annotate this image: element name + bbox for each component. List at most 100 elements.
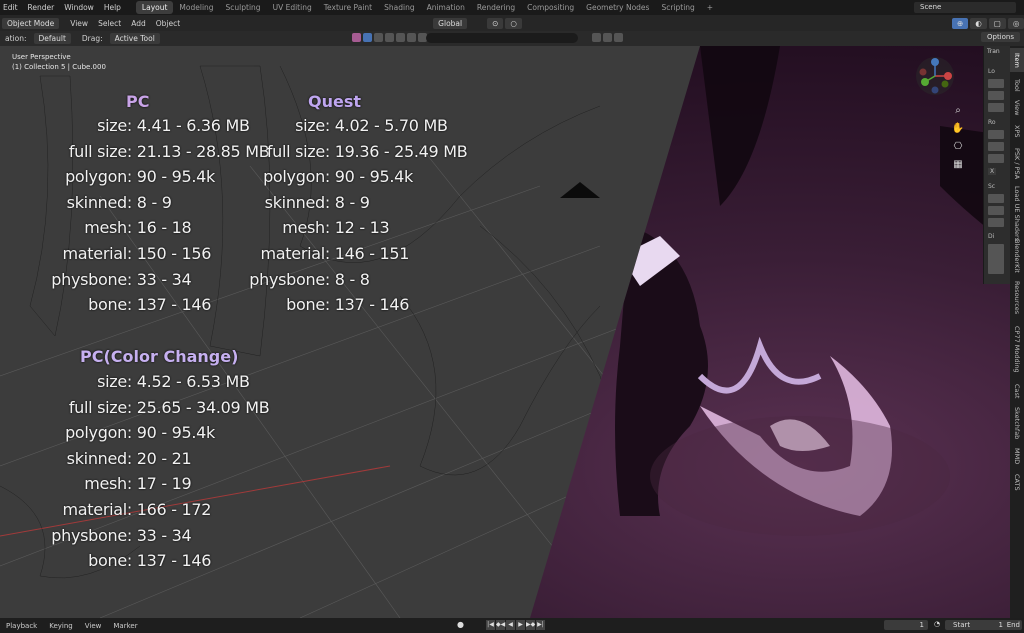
grid-ortho-icon[interactable]: ▦ [951, 158, 965, 172]
zoom-icon[interactable]: ⌕ [951, 104, 965, 118]
play-icon[interactable]: ▶ [516, 620, 525, 630]
collection-label: (1) Collection 5 | Cube.000 [12, 63, 106, 71]
light-filter-icon[interactable] [396, 33, 405, 42]
add-workspace-icon[interactable]: + [701, 1, 719, 14]
rotation-mode-dropdown[interactable]: X [988, 168, 997, 175]
tab-shading[interactable]: Shading [378, 1, 420, 14]
tab-geometry-nodes[interactable]: Geometry Nodes [580, 1, 655, 14]
sidebar-tab-cast[interactable]: Cast [1010, 380, 1024, 402]
tab-layout[interactable]: Layout [135, 1, 174, 14]
camera-filter-icon[interactable] [385, 33, 394, 42]
hand-pan-icon[interactable]: ✋ [951, 122, 965, 136]
sidebar-tab-view[interactable]: View [1010, 98, 1024, 118]
object-filter-icon[interactable] [363, 33, 372, 42]
camera-icon[interactable]: ◔ [934, 620, 940, 628]
3d-viewport[interactable]: User Perspective (1) Collection 5 | Cube… [0, 46, 1010, 618]
start-label: Start [953, 621, 971, 629]
sidebar-tab-resources[interactable]: Resources [1010, 278, 1024, 318]
tab-sculpting[interactable]: Sculpting [220, 1, 267, 14]
camera-view-icon[interactable]: ⎔ [951, 140, 965, 154]
stat-key: polygon: [263, 167, 330, 187]
sidebar-tab-mmd[interactable]: MMD [1010, 444, 1024, 468]
object-mode-dropdown[interactable]: Object Mode [2, 17, 60, 29]
start-value: 1 [998, 621, 1003, 629]
tab-scripting[interactable]: Scripting [655, 1, 700, 14]
filter-icon[interactable] [614, 33, 623, 42]
drag-dropdown[interactable]: Active Tool [109, 33, 160, 44]
scale-z-field[interactable] [988, 218, 1004, 227]
empty-filter-icon[interactable] [407, 33, 416, 42]
sidebar-tab-blenderkit[interactable]: BlenderKit [1010, 236, 1024, 276]
dimensions-fields[interactable] [988, 244, 1004, 274]
end-frame-field[interactable]: End [1004, 620, 1022, 630]
playback-controls: |◀ ◆◀ ◀ ▶ ▶◆ ▶| [486, 620, 545, 630]
pin-icon[interactable] [603, 33, 612, 42]
scale-y-field[interactable] [988, 206, 1004, 215]
stat-row: physbone: 33 - 34 [0, 526, 191, 545]
sidebar-tab-cp77-modding[interactable]: CP77 Modding [1010, 320, 1024, 378]
sidebar-tab-cats[interactable]: CATS [1010, 470, 1024, 494]
tab-modeling[interactable]: Modeling [173, 1, 219, 14]
scene-selector[interactable]: Scene [914, 2, 1016, 13]
options-dropdown[interactable]: Options [980, 32, 1020, 42]
rotation-z-field[interactable] [988, 154, 1004, 163]
prev-key-icon[interactable]: ◆◀ [496, 620, 505, 630]
stat-value: 19.36 - 25.49 MB [330, 141, 468, 161]
menu-help[interactable]: Help [99, 3, 126, 12]
scale-x-field[interactable] [988, 194, 1004, 203]
xray-icon[interactable]: ▢ [988, 17, 1006, 29]
menu-timeline-view[interactable]: View [79, 622, 108, 630]
rotation-x-field[interactable] [988, 130, 1004, 139]
sidebar-tab-item[interactable]: Item [1010, 48, 1024, 72]
sidebar-tab-load-ue-shaders[interactable]: Load UE Shaders [1010, 186, 1024, 241]
menu-playback[interactable]: Playback [0, 622, 43, 630]
location-z-field[interactable] [988, 103, 1004, 112]
sidebar-tab-tool[interactable]: Tool [1010, 74, 1024, 96]
next-key-icon[interactable]: ▶◆ [526, 620, 535, 630]
mesh-filter-icon[interactable] [374, 33, 383, 42]
transform-orientation-dropdown[interactable]: Global [433, 17, 468, 29]
menu-add[interactable]: Add [126, 19, 151, 28]
proportional-edit-icon[interactable]: ○ [505, 17, 522, 29]
tab-uv-editing[interactable]: UV Editing [267, 1, 318, 14]
rotation-y-field[interactable] [988, 142, 1004, 151]
stat-row: skinned: 20 - 21 [0, 449, 192, 468]
menu-marker[interactable]: Marker [107, 622, 143, 630]
sidebar-tab-xps[interactable]: XPS [1010, 120, 1024, 142]
search-input[interactable] [426, 33, 578, 43]
menu-render[interactable]: Render [23, 3, 60, 12]
render-filter-icon[interactable] [352, 33, 361, 42]
menu-select[interactable]: Select [93, 19, 126, 28]
location-y-field[interactable] [988, 91, 1004, 100]
navigation-gizmo[interactable] [915, 56, 955, 96]
tab-compositing[interactable]: Compositing [521, 1, 580, 14]
orientation-dropdown[interactable]: Default [33, 33, 71, 44]
sidebar-tab-sketchfab[interactable]: Sketchfab [1010, 404, 1024, 442]
jump-end-icon[interactable]: ▶| [536, 620, 545, 630]
snap-icon[interactable]: ⊙ [487, 17, 504, 29]
stat-key: skinned: [264, 192, 331, 212]
current-frame-field[interactable]: 1 [884, 620, 928, 630]
jump-start-icon[interactable]: |◀ [486, 620, 495, 630]
play-reverse-icon[interactable]: ◀ [506, 620, 515, 630]
stat-value: 4.52 - 6.53 MB [132, 372, 250, 391]
bookmark-icon[interactable] [592, 33, 601, 42]
sidebar-tabs: Item Tool View XPS PSK / PSA Load UE Shaders B… [1010, 46, 1024, 618]
record-icon[interactable]: ● [457, 620, 467, 630]
menu-edit[interactable]: Edit [0, 3, 23, 12]
stat-row: mesh: 12 - 13 [0, 218, 389, 237]
filter-icons [352, 33, 427, 42]
shading-wireframe-icon[interactable]: ◎ [1007, 17, 1024, 29]
menu-window[interactable]: Window [59, 3, 99, 12]
tab-animation[interactable]: Animation [421, 1, 471, 14]
menu-keying[interactable]: Keying [43, 622, 79, 630]
tab-rendering[interactable]: Rendering [471, 1, 521, 14]
overlay-toggle-icon[interactable]: ◐ [970, 17, 987, 29]
menu-object[interactable]: Object [151, 19, 185, 28]
gizmo-toggle-icon[interactable]: ⊕ [951, 17, 969, 29]
tab-texture-paint[interactable]: Texture Paint [318, 1, 378, 14]
menu-view[interactable]: View [65, 19, 93, 28]
sidebar-tab-psk-psa[interactable]: PSK / PSA [1010, 144, 1024, 184]
start-frame-field[interactable]: Start 1 [945, 620, 1007, 630]
location-x-field[interactable] [988, 79, 1004, 88]
